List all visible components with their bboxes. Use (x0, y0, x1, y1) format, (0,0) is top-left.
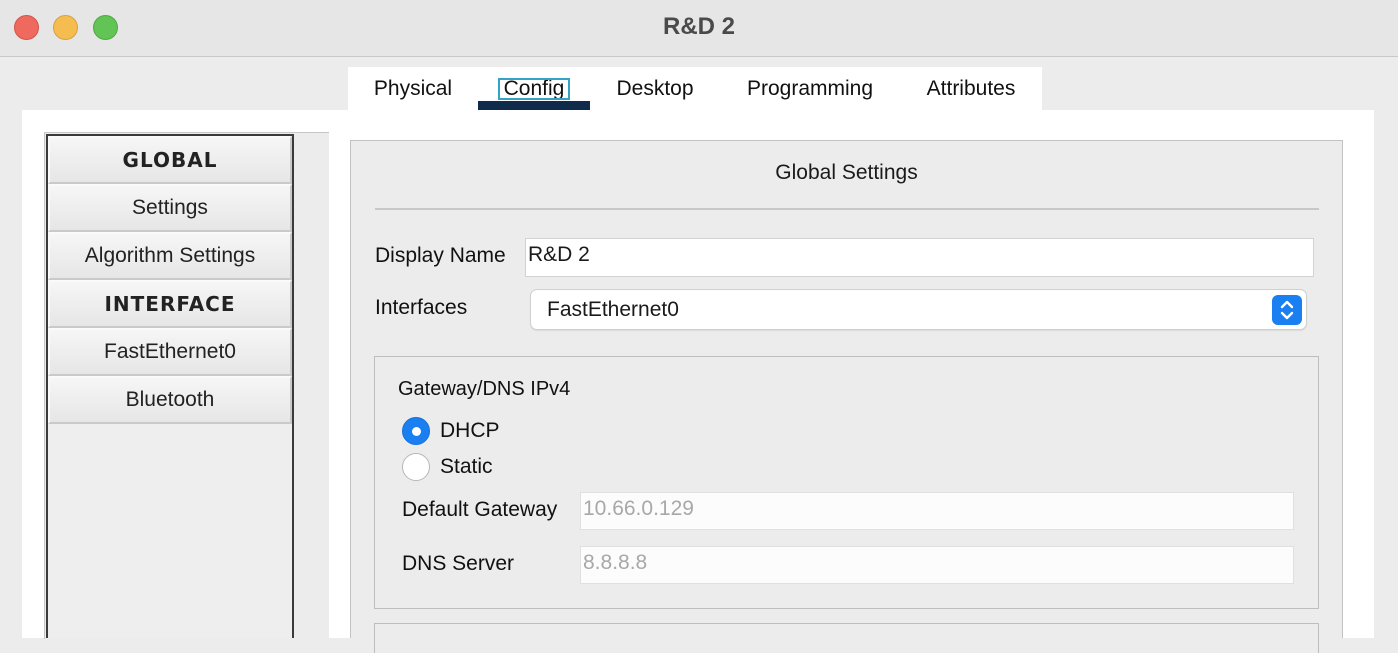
tab-config[interactable]: Config (478, 67, 590, 110)
tab-label: Desktop (616, 76, 694, 100)
tab-programming[interactable]: Programming (720, 67, 900, 110)
sidebar-list: GLOBAL Settings Algorithm Settings INTER… (46, 134, 294, 638)
sidebar-item-label: GLOBAL (122, 148, 218, 172)
sidebar-header-global: GLOBAL (48, 136, 292, 184)
static-radio[interactable] (402, 453, 430, 481)
divider (375, 208, 1319, 210)
dhcp-label[interactable]: DHCP (440, 419, 500, 443)
gateway-dns-title: Gateway/DNS IPv4 (398, 378, 571, 400)
tab-attributes[interactable]: Attributes (900, 67, 1042, 110)
sidebar-item-label: Settings (132, 196, 208, 219)
tab-label: Physical (373, 76, 453, 100)
interfaces-select[interactable]: FastEthernet0 (530, 289, 1307, 330)
dhcp-radio[interactable] (402, 417, 430, 445)
sidebar-item-settings[interactable]: Settings (48, 184, 292, 232)
static-label[interactable]: Static (440, 455, 493, 479)
panel-title: Global Settings (775, 161, 918, 184)
sidebar-item-label: FastEthernet0 (104, 340, 236, 363)
tab-bar: Physical Config Desktop Programming Attr… (348, 67, 1042, 110)
window-title: R&D 2 (662, 13, 735, 40)
next-settings-group (374, 623, 1319, 653)
tab-label: Programming (746, 76, 874, 100)
title-bar: R&D 2 (0, 0, 1398, 57)
interfaces-label: Interfaces (375, 296, 468, 319)
sidebar-item-label: INTERFACE (104, 292, 236, 316)
sidebar-item-fastethernet0[interactable]: FastEthernet0 (48, 328, 292, 376)
sidebar-item-label: Algorithm Settings (84, 244, 256, 267)
dns-server-label: DNS Server (402, 552, 515, 575)
interfaces-select-value: FastEthernet0 (547, 297, 679, 321)
display-name-input[interactable]: R&D 2 (525, 238, 1314, 277)
dns-server-input[interactable]: 8.8.8.8 (580, 546, 1294, 584)
default-gateway-input[interactable]: 10.66.0.129 (580, 492, 1294, 530)
sidebar-item-label: Bluetooth (125, 388, 215, 411)
sidebar-item-algorithm-settings[interactable]: Algorithm Settings (48, 232, 292, 280)
tab-label: Attributes (926, 76, 1016, 100)
global-settings-panel: Global Settings Display Name R&D 2 Inter… (350, 140, 1343, 653)
display-name-label: Display Name (375, 244, 506, 267)
gateway-dns-group: Gateway/DNS IPv4 DHCP Static Default Gat… (374, 356, 1319, 609)
tab-label: Config (497, 77, 571, 100)
tab-desktop[interactable]: Desktop (590, 67, 720, 110)
sidebar-item-bluetooth[interactable]: Bluetooth (48, 376, 292, 424)
chevron-up-down-icon (1272, 295, 1302, 325)
default-gateway-label: Default Gateway (402, 498, 558, 521)
sidebar-header-interface: INTERFACE (48, 280, 292, 328)
tab-physical[interactable]: Physical (348, 67, 478, 110)
